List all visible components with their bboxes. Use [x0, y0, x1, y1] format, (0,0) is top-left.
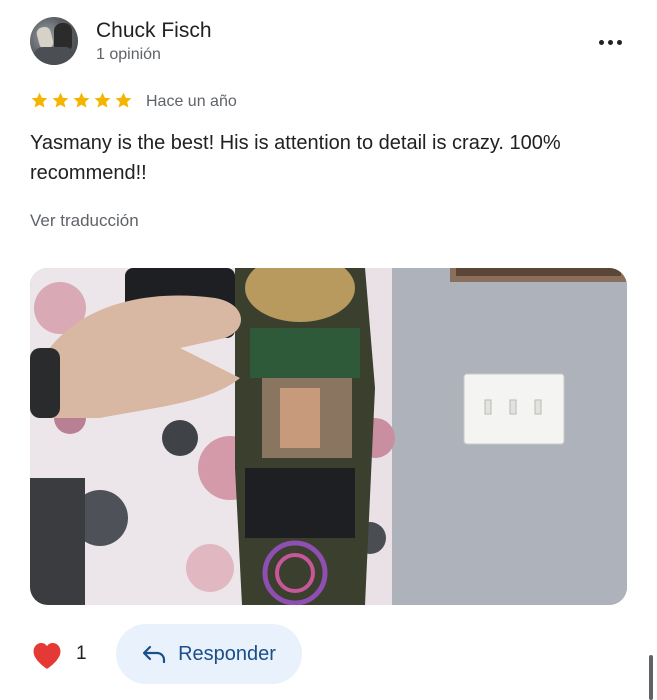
like-count: 1: [76, 643, 87, 664]
review-photo[interactable]: [30, 268, 627, 605]
scrollbar[interactable]: [649, 655, 653, 700]
reply-button[interactable]: Responder: [116, 624, 302, 684]
review-text: Yasmany is the best! His is attention to…: [30, 132, 561, 184]
avatar-shape: [34, 47, 74, 65]
author-name[interactable]: Chuck Fisch: [96, 18, 212, 44]
more-options-button[interactable]: [594, 30, 626, 54]
tattoo-sleeve-photo: [30, 268, 627, 605]
author-review-count: 1 opinión: [96, 46, 161, 63]
star-icon: [31, 92, 48, 108]
review-card: Chuck Fisch 1 opinión Hace un año Yasman…: [0, 0, 657, 700]
review-date: Hace un año: [146, 93, 237, 110]
star-icon: [115, 92, 132, 108]
author-avatar[interactable]: [30, 17, 78, 65]
more-options-icon: [616, 39, 622, 45]
reply-arrow-icon: [142, 645, 166, 664]
star-rating: [30, 91, 133, 110]
star-icon: [73, 92, 90, 108]
more-options-icon: [598, 39, 604, 45]
reply-label: Responder: [178, 642, 276, 665]
star-icon: [52, 92, 69, 108]
translate-link[interactable]: Ver traducción: [30, 210, 139, 232]
like-button[interactable]: 1: [30, 634, 100, 674]
more-options-icon: [607, 39, 613, 45]
heart-icon: [33, 642, 61, 669]
star-icon: [94, 92, 111, 108]
